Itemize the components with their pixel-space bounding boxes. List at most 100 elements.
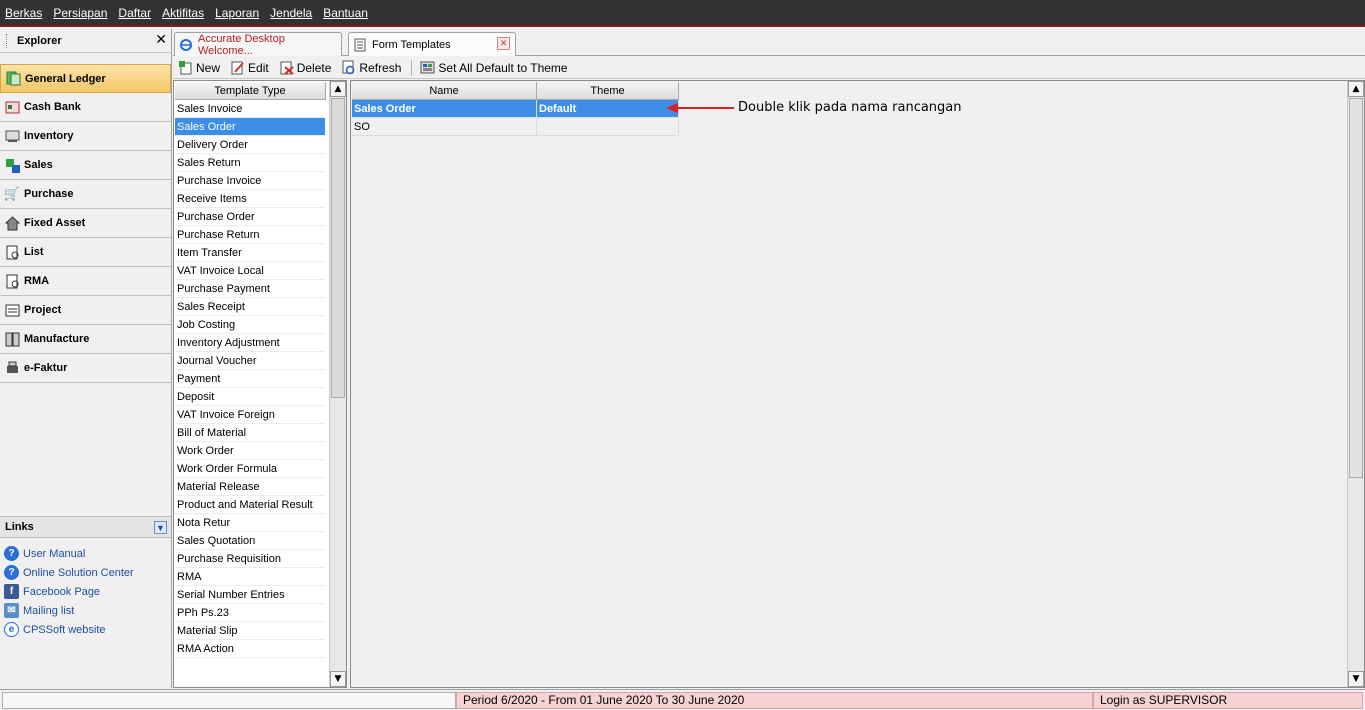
module-label: Manufacture <box>24 333 90 345</box>
template-type-item[interactable]: Purchase Invoice <box>175 172 325 190</box>
theme-icon <box>420 60 435 75</box>
scroll-up-icon[interactable]: ▲ <box>330 81 346 97</box>
template-type-item[interactable]: Delivery Order <box>175 136 325 154</box>
menu-bantuan[interactable]: Bantuan <box>323 6 368 20</box>
template-type-item[interactable]: Serial Number Entries <box>175 586 325 604</box>
explorer-header: Explorer ✕ <box>0 29 171 53</box>
template-type-item[interactable]: Inventory Adjustment <box>175 334 325 352</box>
module-label: e-Faktur <box>24 362 68 374</box>
sales-icon <box>4 157 20 173</box>
link-online-solution-center[interactable]: ? Online Solution Center <box>0 563 171 582</box>
explorer-title: Explorer <box>17 34 62 47</box>
template-type-scrollbar[interactable]: ▲ ▼ <box>329 81 346 687</box>
template-type-item[interactable]: Payment <box>175 370 325 388</box>
links-title: Links <box>5 521 34 533</box>
template-type-item[interactable]: Item Transfer <box>175 244 325 262</box>
module-sales[interactable]: Sales <box>0 151 171 180</box>
module-fixed-asset[interactable]: Fixed Asset <box>0 209 171 238</box>
template-type-item[interactable]: Material Release <box>175 478 325 496</box>
collapse-icon[interactable]: ▼ <box>154 521 167 534</box>
tab-accurate-welcome[interactable]: Accurate Desktop Welcome... <box>174 32 342 57</box>
module-purchase[interactable]: 🛒 Purchase <box>0 180 171 209</box>
module-e-faktur[interactable]: e-Faktur <box>0 354 171 383</box>
ie-icon: e <box>4 622 19 637</box>
link-cpssoft-website[interactable]: e CPSSoft website <box>0 620 171 639</box>
scroll-down-icon[interactable]: ▼ <box>1348 671 1364 687</box>
link-user-manual[interactable]: ? User Manual <box>0 544 171 563</box>
template-type-item[interactable]: VAT Invoice Foreign <box>175 406 325 424</box>
template-type-item[interactable]: Work Order <box>175 442 325 460</box>
menu-persiapan[interactable]: Persiapan <box>53 6 107 20</box>
template-type-item[interactable]: Material Slip <box>175 622 325 640</box>
menu-jendela[interactable]: Jendela <box>270 6 312 20</box>
module-cash-bank[interactable]: Cash Bank <box>0 93 171 122</box>
template-type-item[interactable]: Purchase Requisition <box>175 550 325 568</box>
refresh-button[interactable]: Refresh <box>341 60 401 75</box>
template-type-item[interactable]: Work Order Formula <box>175 460 325 478</box>
template-type-header[interactable]: Template Type <box>175 82 326 100</box>
template-type-item[interactable]: Sales Return <box>175 154 325 172</box>
menu-daftar[interactable]: Daftar <box>118 6 151 20</box>
template-type-item[interactable]: VAT Invoice Local <box>175 262 325 280</box>
module-project[interactable]: Project <box>0 296 171 325</box>
module-manufacture[interactable]: Manufacture <box>0 325 171 354</box>
grid-row[interactable]: SO <box>352 118 679 136</box>
template-type-item[interactable]: Nota Retur <box>175 514 325 532</box>
link-label: Facebook Page <box>23 585 101 598</box>
template-type-item[interactable]: Job Costing <box>175 316 325 334</box>
template-type-panel: Template Type Sales Invoice Sales Order De… <box>173 80 347 688</box>
module-label: Cash Bank <box>24 101 81 113</box>
column-header-name[interactable]: Name <box>352 82 537 100</box>
template-type-item[interactable]: Deposit <box>175 388 325 406</box>
help-icon: ? <box>4 565 19 580</box>
tab-form-templates[interactable]: Form Templates ✕ <box>348 32 516 56</box>
close-icon[interactable]: ✕ <box>155 32 167 48</box>
template-type-item[interactable]: Receive Items <box>175 190 325 208</box>
scroll-thumb[interactable] <box>1349 98 1363 478</box>
cell-theme[interactable] <box>537 118 679 136</box>
grid-scrollbar[interactable]: ▲ ▼ <box>1347 81 1364 687</box>
module-rma[interactable]: RMA <box>0 267 171 296</box>
cell-name[interactable]: SO <box>352 118 537 136</box>
delete-button[interactable]: Delete <box>279 60 331 75</box>
module-label: Fixed Asset <box>24 217 86 229</box>
template-type-item[interactable]: RMA Action <box>175 640 325 658</box>
scroll-down-icon[interactable]: ▼ <box>330 671 346 687</box>
module-list[interactable]: List <box>0 238 171 267</box>
grid-row[interactable]: Sales Order Default <box>352 100 679 118</box>
template-type-list: Sales Invoice Sales Order Delivery Order Sa… <box>175 100 325 658</box>
template-type-item[interactable]: Sales Receipt <box>175 298 325 316</box>
scroll-thumb[interactable] <box>331 98 345 398</box>
delete-icon <box>279 60 294 75</box>
close-tab-icon[interactable]: ✕ <box>497 37 510 50</box>
template-type-item[interactable]: Sales Quotation <box>175 532 325 550</box>
template-type-item[interactable]: Journal Voucher <box>175 352 325 370</box>
link-facebook-page[interactable]: f Facebook Page <box>0 582 171 601</box>
template-type-item[interactable]: Product and Material Result <box>175 496 325 514</box>
template-type-item[interactable]: Bill of Material <box>175 424 325 442</box>
menu-berkas[interactable]: Berkas <box>5 6 42 20</box>
template-type-item[interactable]: Purchase Order <box>175 208 325 226</box>
set-all-default-button[interactable]: Set All Default to Theme <box>420 60 568 75</box>
template-type-item[interactable]: Sales Invoice <box>175 100 325 118</box>
menu-laporan[interactable]: Laporan <box>215 6 259 20</box>
template-type-item[interactable]: RMA <box>175 568 325 586</box>
scroll-up-icon[interactable]: ▲ <box>1348 81 1364 97</box>
template-type-item[interactable]: Purchase Return <box>175 226 325 244</box>
template-type-item[interactable]: Purchase Payment <box>175 280 325 298</box>
cell-name[interactable]: Sales Order <box>352 100 537 118</box>
grip-handle[interactable] <box>6 33 9 48</box>
module-inventory[interactable]: Inventory <box>0 122 171 151</box>
new-button[interactable]: New <box>178 60 220 75</box>
cell-theme[interactable]: Default <box>537 100 679 118</box>
template-type-item[interactable]: PPh Ps.23 <box>175 604 325 622</box>
module-general-ledger[interactable]: General Ledger <box>0 64 171 93</box>
grid-rows: Sales Order Default SO <box>352 100 679 136</box>
menu-aktifitas[interactable]: Aktifitas <box>162 6 204 20</box>
template-type-item[interactable]: Sales Order <box>175 118 325 136</box>
column-header-theme[interactable]: Theme <box>537 82 679 100</box>
edit-button[interactable]: Edit <box>230 60 269 75</box>
link-mailing-list[interactable]: ✉ Mailing list <box>0 601 171 620</box>
status-empty <box>2 691 456 709</box>
list-icon <box>4 244 20 260</box>
